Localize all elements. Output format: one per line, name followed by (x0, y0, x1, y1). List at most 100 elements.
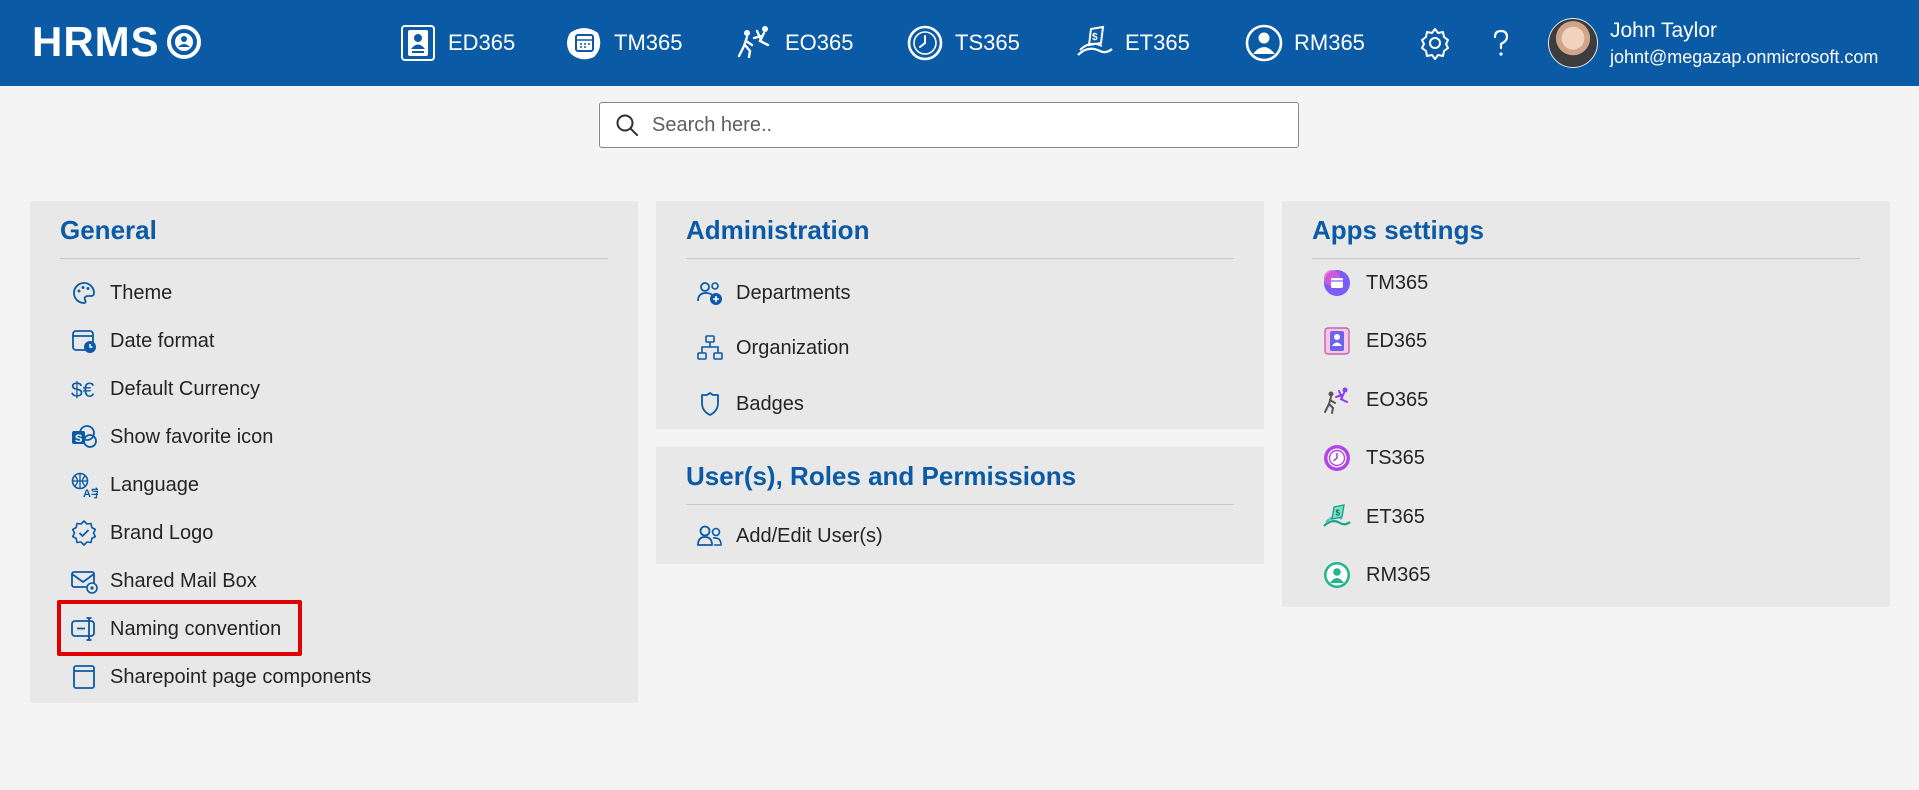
org-chart-icon (697, 335, 723, 360)
item-label: Badges (736, 392, 804, 415)
nav-app-label: RM365 (1294, 30, 1365, 55)
divider (686, 258, 1234, 259)
search-box[interactable] (599, 102, 1299, 148)
app-setting-rm365[interactable]: RM365 (1322, 555, 1430, 595)
logo-user-icon (166, 25, 201, 59)
item-label: Theme (110, 281, 173, 304)
general-item-language[interactable]: A字 Language (70, 465, 199, 505)
apps-settings-panel: Apps settings TM365 ED365 EO365 TS365 $ … (1282, 201, 1890, 607)
nav-app-label: ED365 (448, 30, 516, 55)
item-label: Language (110, 473, 199, 496)
item-label: ED365 (1366, 329, 1428, 352)
shield-icon (701, 392, 719, 416)
task-calendar-icon (567, 28, 601, 60)
search-input[interactable] (650, 104, 1298, 146)
nav-app-eo365[interactable]: EO365 (735, 20, 854, 66)
admin-item-departments[interactable]: Departments (696, 273, 851, 313)
general-item-sharepoint-page-components[interactable]: Sharepoint page components (70, 657, 371, 697)
admin-item-organization[interactable]: Organization (696, 328, 849, 368)
settings-button[interactable] (1416, 24, 1454, 62)
item-label: ET365 (1366, 505, 1425, 528)
svg-text:$: $ (1092, 32, 1098, 43)
nav-app-label: TS365 (955, 30, 1020, 55)
onboarding-people-icon (737, 26, 770, 59)
users-roles-panel: User(s), Roles and Permissions Add/Edit … (656, 447, 1264, 564)
nav-app-label: TM365 (614, 30, 683, 55)
ed365-logo-icon (1324, 327, 1350, 355)
panel-title-administration: Administration (686, 215, 870, 245)
search-icon (616, 114, 638, 136)
help-button[interactable] (1482, 24, 1520, 62)
logo-text: HRMS (32, 18, 160, 65)
general-item-date-format[interactable]: Date format (70, 321, 214, 361)
app-setting-tm365[interactable]: TM365 (1322, 263, 1428, 303)
calendar-clock-icon (72, 330, 96, 353)
divider (60, 258, 608, 259)
app-setting-eo365[interactable]: EO365 (1322, 380, 1428, 420)
divider (686, 504, 1234, 505)
general-item-theme[interactable]: Theme (70, 273, 172, 313)
panel-title-general: General (60, 215, 157, 245)
eo365-logo-icon (1324, 387, 1348, 414)
expense-money-icon: $ (1077, 25, 1113, 56)
language-icon: A字 (71, 472, 98, 499)
item-label: Add/Edit User(s) (736, 524, 883, 547)
item-label: Organization (736, 336, 850, 359)
et365-logo-icon: $ (1323, 504, 1351, 527)
nav-app-ts365[interactable]: TS365 (905, 20, 1020, 66)
svg-text:S: S (75, 433, 82, 445)
tm365-logo-icon (1324, 270, 1350, 296)
nav-app-ed365[interactable]: ED365 (398, 20, 515, 66)
user-profile-menu[interactable]: John Taylor johnt@megazap.onmicrosoft.co… (1548, 14, 1878, 72)
divider (1312, 258, 1860, 259)
badge-check-icon (71, 520, 97, 546)
svg-text:$€: $€ (71, 379, 95, 402)
palette-icon (73, 282, 95, 304)
general-panel: General Theme Date format $€ Default Cur… (30, 201, 638, 703)
people-add-icon (697, 282, 722, 305)
general-item-brand-logo[interactable]: Brand Logo (70, 513, 213, 553)
item-label: TM365 (1366, 271, 1429, 294)
mail-settings-icon (71, 571, 98, 594)
administration-panel: Administration Departments Organization … (656, 201, 1264, 429)
users-item-add-edit-users[interactable]: Add/Edit User(s) (696, 516, 883, 556)
panel-title-apps-settings: Apps settings (1312, 215, 1484, 245)
item-label: RM365 (1366, 563, 1431, 586)
nav-app-rm365[interactable]: RM365 (1244, 20, 1365, 66)
rm365-logo-icon (1324, 562, 1350, 588)
app-setting-ed365[interactable]: ED365 (1322, 321, 1427, 361)
avatar (1548, 18, 1598, 68)
item-label: Sharepoint page components (110, 665, 372, 688)
hrms-logo[interactable]: HRMS (32, 18, 202, 66)
top-navigation-bar: HRMS ED365 TM365 EO365 TS365 $ ET365 RM3… (0, 0, 1919, 86)
nav-app-label: ET365 (1125, 30, 1190, 55)
item-label: TS365 (1366, 446, 1425, 469)
general-item-default-currency[interactable]: $€ Default Currency (70, 369, 260, 409)
question-icon (1493, 29, 1509, 56)
svg-text:$: $ (1336, 509, 1341, 518)
item-label: Naming convention (110, 617, 282, 640)
clock-icon (907, 25, 943, 61)
item-label: Default Currency (110, 377, 261, 400)
item-label: Brand Logo (110, 521, 214, 544)
general-item-shared-mail-box[interactable]: Shared Mail Box (70, 561, 257, 601)
user-circle-icon (1245, 24, 1283, 62)
item-label: Departments (736, 281, 851, 304)
nav-app-et365[interactable]: $ ET365 (1075, 20, 1190, 66)
people-icon (697, 525, 722, 546)
admin-item-badges[interactable]: Badges (696, 384, 804, 424)
nav-app-label: EO365 (785, 30, 854, 55)
gear-icon (1421, 28, 1449, 60)
app-setting-ts365[interactable]: TS365 (1322, 438, 1425, 478)
item-label: Show favorite icon (110, 425, 274, 448)
page-icon (73, 665, 95, 689)
app-setting-et365[interactable]: $ ET365 (1322, 497, 1425, 537)
nav-app-tm365[interactable]: TM365 (564, 20, 682, 66)
general-item-naming-convention[interactable]: Naming convention (70, 609, 281, 649)
general-item-show-favorite-icon[interactable]: S Show favorite icon (70, 417, 273, 457)
item-label: Date format (110, 329, 215, 352)
svg-text:A字: A字 (83, 486, 98, 499)
sharepoint-icon: S (72, 425, 97, 448)
ts365-logo-icon (1324, 445, 1350, 471)
user-name: John Taylor (1610, 18, 1718, 42)
